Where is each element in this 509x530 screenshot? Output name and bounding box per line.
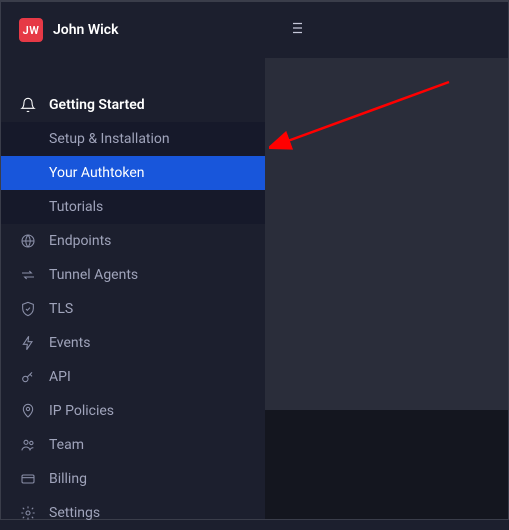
key-icon: [19, 368, 37, 386]
sidebar-subitem-authtoken[interactable]: Your Authtoken: [1, 156, 265, 190]
sidebar-item-label: Tutorials: [49, 199, 103, 215]
sidebar-item-label: Team: [49, 437, 84, 453]
sidebar-item-api[interactable]: API: [1, 360, 265, 394]
sidebar-item-label: Getting Started: [49, 97, 145, 113]
sidebar-item-getting-started[interactable]: Getting Started: [1, 88, 265, 122]
topbar: [265, 2, 508, 58]
shield-icon: [19, 300, 37, 318]
list-toggle-icon[interactable]: [287, 19, 305, 41]
globe-icon: [19, 232, 37, 250]
sidebar-item-tls[interactable]: TLS: [1, 292, 265, 326]
sidebar-item-label: IP Policies: [49, 403, 114, 419]
arrows-icon: [19, 266, 37, 284]
team-icon: [19, 436, 37, 454]
sidebar-item-team[interactable]: Team: [1, 428, 265, 462]
content-area: [265, 58, 508, 519]
sidebar-item-label: TLS: [49, 301, 73, 317]
sidebar-item-label: Setup & Installation: [49, 131, 170, 147]
sidebar-subitem-setup[interactable]: Setup & Installation: [1, 122, 265, 156]
sidebar-item-label: API: [49, 369, 71, 385]
sidebar-item-ip-policies[interactable]: IP Policies: [1, 394, 265, 428]
card-icon: [19, 470, 37, 488]
sidebar-item-label: Endpoints: [49, 233, 111, 249]
sidebar-subitem-tutorials[interactable]: Tutorials: [1, 190, 265, 224]
bell-icon: [19, 96, 37, 114]
sidebar-item-label: Tunnel Agents: [49, 267, 138, 283]
content-panel: [265, 58, 508, 410]
sidebar-item-billing[interactable]: Billing: [1, 462, 265, 496]
sidebar: JW John Wick Getting Started Setup & Ins…: [1, 2, 265, 519]
gear-icon: [19, 504, 37, 522]
sidebar-nav: Getting Started Setup & Installation You…: [1, 60, 265, 530]
sidebar-item-settings[interactable]: Settings: [1, 496, 265, 530]
sidebar-item-label: Settings: [49, 505, 100, 521]
bolt-icon: [19, 334, 37, 352]
main-area: [265, 2, 508, 519]
sidebar-item-label: Your Authtoken: [49, 165, 145, 181]
sidebar-item-label: Events: [49, 335, 90, 351]
pin-icon: [19, 402, 37, 420]
sidebar-item-label: Billing: [49, 471, 87, 487]
sidebar-item-events[interactable]: Events: [1, 326, 265, 360]
avatar: JW: [19, 18, 43, 42]
user-name: John Wick: [53, 22, 118, 38]
user-menu[interactable]: JW John Wick: [1, 2, 265, 60]
sidebar-item-endpoints[interactable]: Endpoints: [1, 224, 265, 258]
sidebar-item-tunnel-agents[interactable]: Tunnel Agents: [1, 258, 265, 292]
